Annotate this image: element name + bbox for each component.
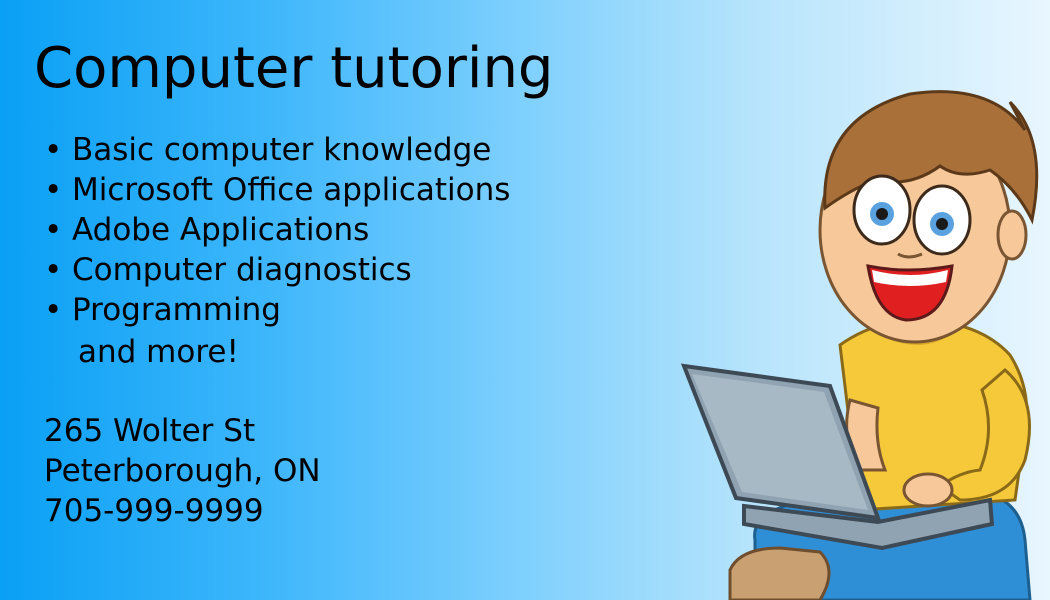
bullet-icon: • [44, 132, 63, 168]
more-text: and more! [78, 334, 239, 370]
city-province: Peterborough, ON [44, 453, 321, 489]
flyer-title: Computer tutoring [34, 36, 554, 101]
service-label: Microsoft Office applications [72, 172, 511, 208]
bullet-icon: • [44, 172, 63, 208]
street-address: 265 Wolter St [44, 413, 256, 449]
service-label: Basic computer knowledge [72, 132, 492, 168]
service-label: Programming [72, 292, 281, 328]
phone-number: 705-999-9999 [44, 493, 264, 529]
list-item: • Microsoft Office applications [44, 170, 510, 210]
bullet-icon: • [44, 252, 63, 288]
list-item: • Basic computer knowledge [44, 130, 510, 170]
flyer-card: Computer tutoring • Basic computer knowle… [0, 0, 1050, 600]
service-label: Adobe Applications [72, 212, 370, 248]
contact-block: 265 Wolter St Peterborough, ON 705-999-9… [44, 411, 321, 531]
bullet-icon: • [44, 212, 63, 248]
bullet-icon: • [44, 292, 63, 328]
service-label: Computer diagnostics [72, 252, 412, 288]
services-list: • Basic computer knowledge • Microsoft Off… [44, 130, 510, 330]
list-item: • Adobe Applications [44, 210, 510, 250]
boy-with-laptop-illustration [680, 90, 1039, 600]
list-item: • Programming [44, 290, 510, 330]
list-item: • Computer diagnostics [44, 250, 510, 290]
